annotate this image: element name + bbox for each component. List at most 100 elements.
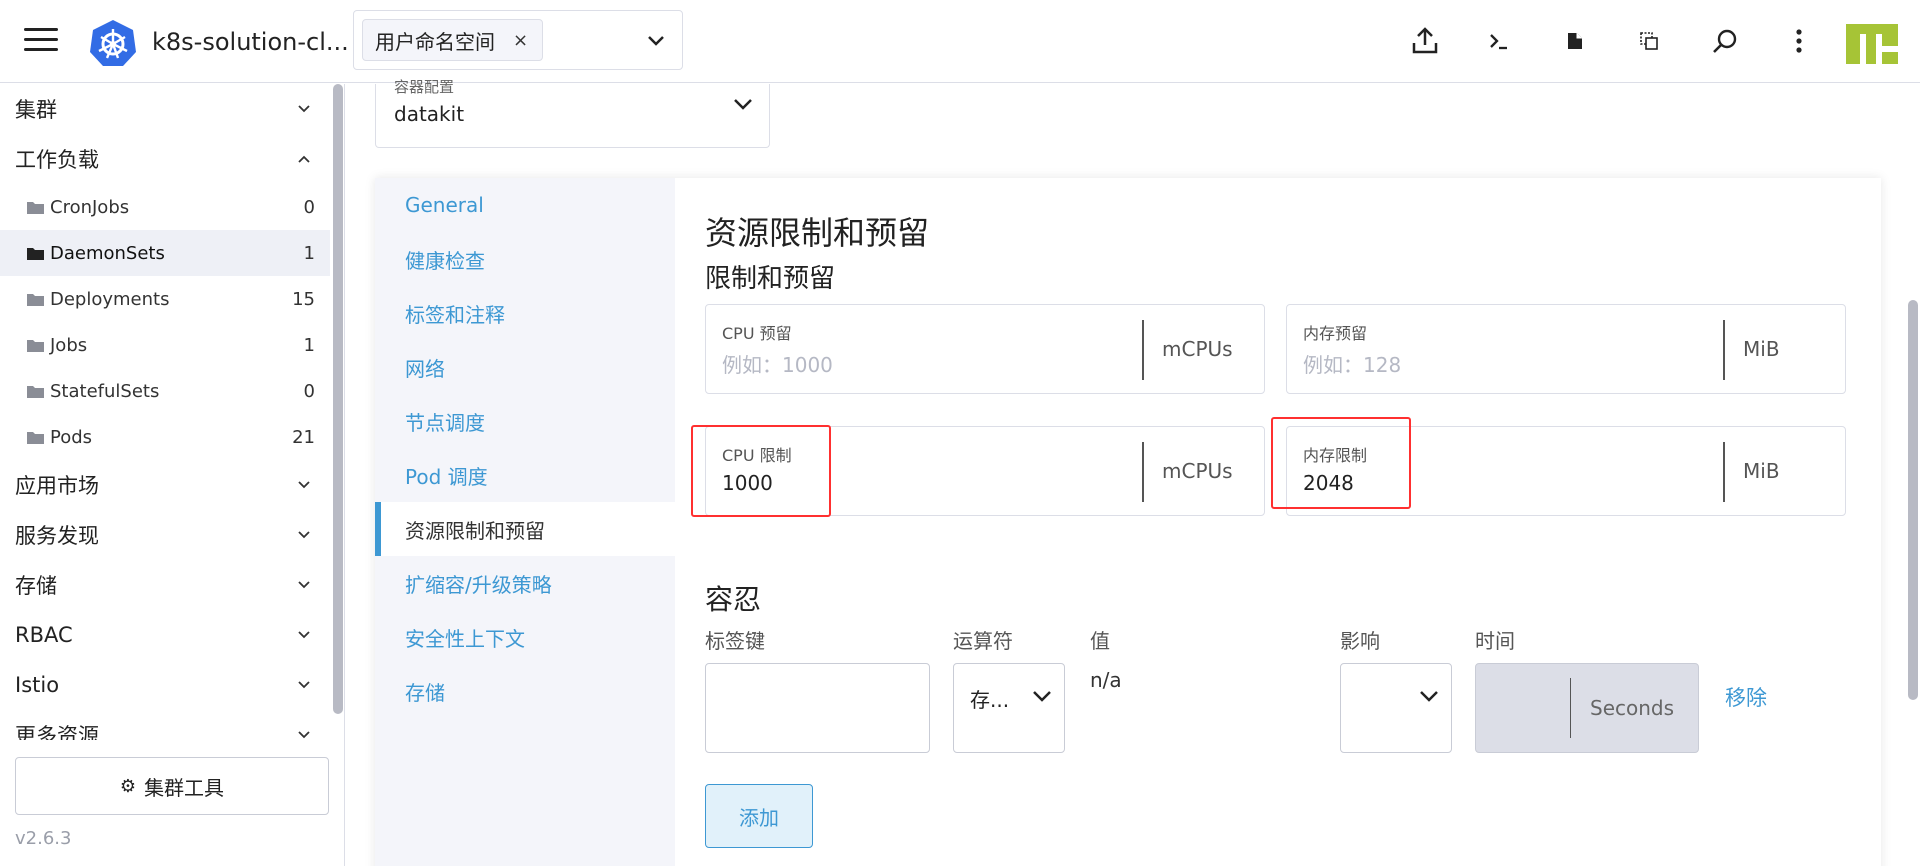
sidebar-item-pods[interactable]: Pods 21 <box>0 414 330 460</box>
chevron-down-icon <box>298 631 310 639</box>
chevron-down-icon <box>298 581 310 589</box>
toleration-key-input[interactable] <box>705 663 930 753</box>
memory-limit-unit: MiB <box>1743 459 1780 483</box>
section-subtitle: 限制和预留 <box>705 264 836 294</box>
sidebar-scrollbar[interactable] <box>333 84 343 714</box>
top-header: k8s-solution-cl... 用户命名空间 × <box>0 0 1920 83</box>
sidebar-group-more-resources[interactable]: 更多资源 <box>0 710 330 740</box>
sidebar-group-cluster[interactable]: 集群 <box>0 84 330 134</box>
sidebar-nav: 集群 工作负载 CronJobs 0 DaemonSets 1 Deployme… <box>0 84 330 740</box>
namespace-filter[interactable]: 用户命名空间 × <box>353 10 683 70</box>
cluster-name[interactable]: k8s-solution-cl... <box>152 28 349 56</box>
tolerations-header-key: 标签键 <box>705 629 765 653</box>
sidebar-item-deployments[interactable]: Deployments 15 <box>0 276 330 322</box>
sidebar-group-service-discovery[interactable]: 服务发现 <box>0 510 330 560</box>
chevron-down-icon <box>1420 691 1438 702</box>
sidebar-group-workloads[interactable]: 工作负载 <box>0 134 330 184</box>
upload-icon[interactable] <box>1410 26 1440 56</box>
config-tabs: General 健康检查 标签和注释 网络 节点调度 Pod 调度 资源限制和预… <box>375 178 675 866</box>
cluster-tools-button[interactable]: ⚙ 集群工具 <box>15 757 329 815</box>
sidebar-item-label: Deployments <box>50 288 170 310</box>
folder-icon <box>27 293 44 306</box>
kubernetes-logo <box>90 20 136 66</box>
brand-logo[interactable] <box>1844 18 1900 68</box>
search-icon[interactable] <box>1710 26 1740 56</box>
terminal-icon[interactable] <box>1484 26 1514 56</box>
tab-scaling-upgrade[interactable]: 扩缩容/升级策略 <box>375 556 675 610</box>
more-vertical-icon[interactable] <box>1784 26 1814 56</box>
sidebar-item-daemonsets[interactable]: DaemonSets 1 <box>0 230 330 276</box>
folder-icon <box>27 339 44 352</box>
main-scrollbar[interactable] <box>1908 300 1918 700</box>
sidebar-group-label: 服务发现 <box>15 524 99 548</box>
folder-icon <box>27 431 44 444</box>
sidebar-item-count: 1 <box>303 334 315 356</box>
file-icon[interactable] <box>1560 26 1590 56</box>
namespace-chip-label: 用户命名空间 <box>375 29 495 54</box>
sidebar-item-count: 0 <box>303 196 315 218</box>
sidebar-group-apps[interactable]: 应用市场 <box>0 460 330 510</box>
copy-icon[interactable] <box>1634 26 1664 56</box>
tab-resources[interactable]: 资源限制和预留 <box>375 502 675 556</box>
tab-pod-scheduling[interactable]: Pod 调度 <box>375 448 675 502</box>
container-config-value: datakit <box>394 102 465 126</box>
tab-security-context[interactable]: 安全性上下文 <box>375 610 675 664</box>
tab-node-scheduling[interactable]: 节点调度 <box>375 394 675 448</box>
tolerations-header-time: 时间 <box>1475 629 1515 653</box>
tolerations-header-effect: 影响 <box>1340 629 1380 653</box>
cpu-reservation-field[interactable]: CPU 预留 例如：1000 mCPUs <box>705 304 1265 394</box>
chevron-down-icon <box>298 481 310 489</box>
memory-limit-highlight <box>1271 417 1411 509</box>
container-config-label: 容器配置 <box>394 78 455 96</box>
memory-reservation-unit: MiB <box>1743 337 1780 361</box>
toleration-operator-select[interactable]: 存... <box>953 663 1065 753</box>
chevron-down-icon <box>298 681 310 689</box>
cpu-reservation-placeholder: 例如：1000 <box>722 353 833 377</box>
tab-general[interactable]: General <box>375 178 675 232</box>
sidebar-item-label: CronJobs <box>50 196 130 218</box>
folder-icon <box>27 201 44 214</box>
chevron-down-icon <box>1033 691 1051 702</box>
sidebar-item-label: StatefulSets <box>50 380 160 402</box>
sidebar-item-jobs[interactable]: Jobs 1 <box>0 322 330 368</box>
memory-reservation-field[interactable]: 内存预留 例如：128 MiB <box>1286 304 1846 394</box>
main-content: 容器配置 datakit General 健康检查 标签和注释 网络 节点调度 … <box>346 78 1920 866</box>
add-toleration-button[interactable]: 添加 <box>705 784 813 848</box>
memory-reservation-placeholder: 例如：128 <box>1303 353 1402 377</box>
tolerations-title: 容忍 <box>705 583 762 616</box>
sidebar-group-storage[interactable]: 存储 <box>0 560 330 610</box>
sidebar-item-label: Jobs <box>50 334 88 356</box>
sidebar-group-istio[interactable]: Istio <box>0 660 330 710</box>
folder-open-icon <box>27 247 44 260</box>
menu-icon[interactable] <box>24 28 58 54</box>
sidebar-item-label: Pods <box>50 426 93 448</box>
chevron-down-icon[interactable] <box>644 29 668 53</box>
sidebar-group-label: 更多资源 <box>15 724 99 740</box>
sidebar-group-label: 集群 <box>15 98 57 122</box>
remove-toleration-button[interactable]: 移除 <box>1725 682 1767 712</box>
tab-networking[interactable]: 网络 <box>375 340 675 394</box>
sidebar-group-label: 工作负载 <box>15 148 99 172</box>
cpu-reservation-unit: mCPUs <box>1162 337 1233 361</box>
toleration-effect-select[interactable] <box>1340 663 1452 753</box>
toleration-value: n/a <box>1090 668 1122 692</box>
sidebar-item-cronjobs[interactable]: CronJobs 0 <box>0 184 330 230</box>
config-panel: General 健康检查 标签和注释 网络 节点调度 Pod 调度 资源限制和预… <box>375 178 1881 866</box>
sidebar-item-statefulsets[interactable]: StatefulSets 0 <box>0 368 330 414</box>
resources-section: 资源限制和预留 限制和预留 CPU 预留 例如：1000 mCPUs 内存预留 … <box>675 178 1881 866</box>
tab-labels-annotations[interactable]: 标签和注释 <box>375 286 675 340</box>
tab-health-check[interactable]: 健康检查 <box>375 232 675 286</box>
container-config-select[interactable]: 容器配置 datakit <box>375 78 770 148</box>
sidebar-group-rbac[interactable]: RBAC <box>0 610 330 660</box>
close-icon[interactable]: × <box>513 30 528 51</box>
memory-reservation-label: 内存预留 <box>1303 324 1368 343</box>
version-label[interactable]: v2.6.3 <box>15 828 71 849</box>
tab-storage[interactable]: 存储 <box>375 664 675 718</box>
sidebar-item-count: 15 <box>292 288 315 310</box>
sidebar-group-label: 存储 <box>15 574 57 598</box>
toleration-time-unit: Seconds <box>1590 696 1675 720</box>
chevron-down-icon <box>298 731 310 739</box>
tolerations-header-operator: 运算符 <box>953 629 1013 653</box>
field-separator <box>1570 678 1571 738</box>
sidebar-group-label: RBAC <box>15 623 73 647</box>
